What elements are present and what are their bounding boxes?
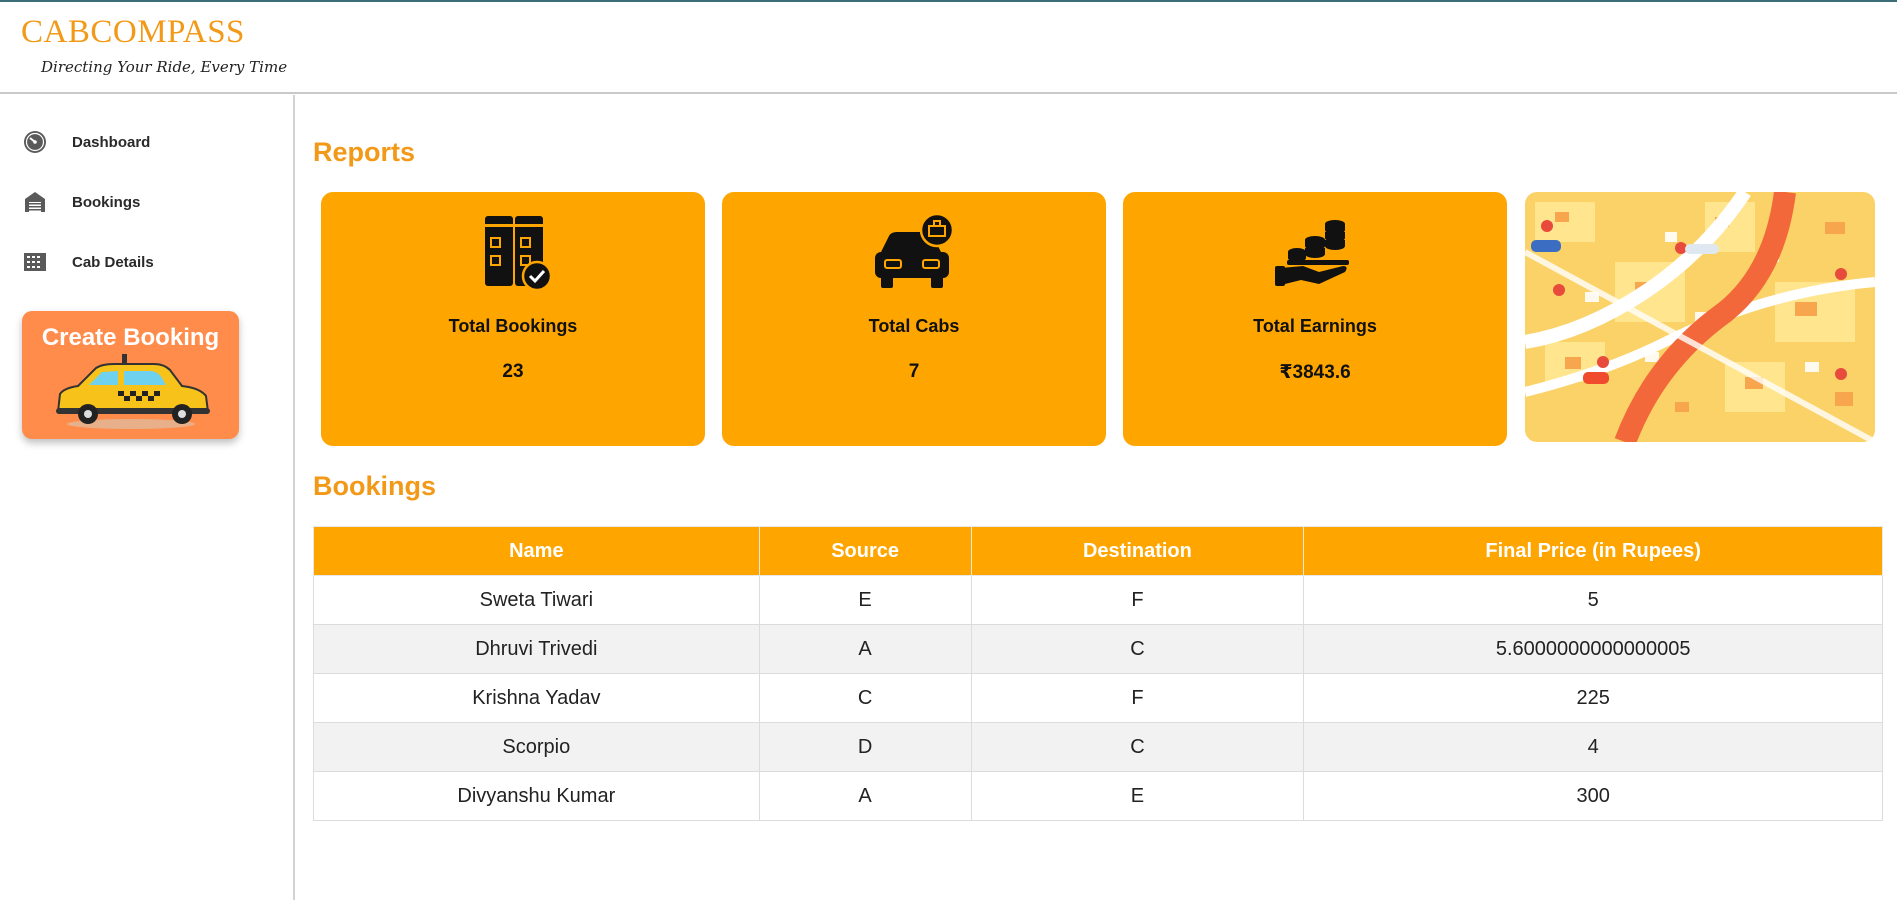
booking-binders-icon <box>321 212 705 292</box>
table-row[interactable]: Krishna Yadav C F 225 <box>313 673 1883 723</box>
cell-final-price: 300 <box>1303 771 1883 821</box>
cell-name: Divyanshu Kumar <box>313 771 760 821</box>
cell-source: D <box>758 722 972 772</box>
cell-source: E <box>758 575 972 625</box>
bookings-table: Name Source Destination Final Price (in … <box>313 526 1883 821</box>
cell-name: Krishna Yadav <box>313 673 760 723</box>
column-header-name[interactable]: Name <box>313 526 760 576</box>
brand-logo[interactable]: CABCOMPASS Directing Your Ride, Every Ti… <box>21 14 287 76</box>
total-cabs-card: Total Cabs 7 <box>722 192 1106 446</box>
cell-name: Dhruvi Trivedi <box>313 624 760 674</box>
taxi-car-icon <box>56 354 210 429</box>
cell-name: Sweta Tiwari <box>313 575 760 625</box>
table-row[interactable]: Sweta Tiwari E F 5 <box>313 575 1883 625</box>
table-row[interactable]: Dhruvi Trivedi A C 5.6000000000000005 <box>313 624 1883 674</box>
cell-destination: F <box>970 575 1305 625</box>
cab-icon <box>722 212 1106 292</box>
card-label: Total Bookings <box>448 316 578 336</box>
main-content: Reports Total Bookings 23 Total Cabs 7 T… <box>297 95 1897 900</box>
sidebar-item-label: Bookings <box>72 193 141 211</box>
table-row[interactable]: Scorpio D C 4 <box>313 722 1883 772</box>
total-bookings-card: Total Bookings 23 <box>321 192 705 446</box>
cell-destination: E <box>970 771 1305 821</box>
dashboard-gauge-icon <box>20 127 50 157</box>
create-booking-label: Create Booking <box>41 324 220 351</box>
reports-title: Reports <box>313 137 416 167</box>
column-header-source[interactable]: Source <box>758 526 972 576</box>
sidebar-item-dashboard[interactable]: Dashboard <box>20 125 280 159</box>
total-earnings-card: Total Earnings ₹3843.6 <box>1123 192 1507 446</box>
sidebar: Dashboard Bookings Cab Details Create Bo… <box>0 95 295 900</box>
cell-destination: C <box>970 722 1305 772</box>
cell-source: A <box>758 624 972 674</box>
cell-source: A <box>758 771 972 821</box>
city-map-illustration <box>1525 192 1875 442</box>
garage-icon <box>20 187 50 217</box>
coins-hand-icon <box>1123 212 1507 292</box>
table-row[interactable]: Divyanshu Kumar A E 300 <box>313 771 1883 821</box>
sidebar-item-label: Dashboard <box>72 133 151 151</box>
brand-name: CABCOMPASS <box>21 14 245 50</box>
cell-source: C <box>758 673 972 723</box>
card-value: ₹3843.6 <box>1279 362 1351 383</box>
cell-destination: C <box>970 624 1305 674</box>
app-header: CABCOMPASS Directing Your Ride, Every Ti… <box>0 2 1897 94</box>
card-label: Total Earnings <box>1253 316 1377 336</box>
cell-name: Scorpio <box>313 722 760 772</box>
create-booking-button[interactable]: Create Booking <box>22 311 239 439</box>
sidebar-item-cab-details[interactable]: Cab Details <box>20 245 280 279</box>
cell-final-price: 5.6000000000000005 <box>1303 624 1883 674</box>
table-header-row: Name Source Destination Final Price (in … <box>313 526 1883 576</box>
card-value: 23 <box>502 361 524 382</box>
brand-tagline: Directing Your Ride, Every Time <box>41 58 288 76</box>
card-label: Total Cabs <box>868 316 960 336</box>
column-header-final-price[interactable]: Final Price (in Rupees) <box>1303 526 1883 576</box>
sidebar-item-bookings[interactable]: Bookings <box>20 185 280 219</box>
bookings-title: Bookings <box>313 471 437 501</box>
cell-destination: F <box>970 673 1305 723</box>
cell-final-price: 4 <box>1303 722 1883 772</box>
sidebar-item-label: Cab Details <box>72 253 154 271</box>
card-value: 7 <box>908 361 920 382</box>
grid-table-icon <box>20 247 50 277</box>
column-header-destination[interactable]: Destination <box>970 526 1305 576</box>
cell-final-price: 225 <box>1303 673 1883 723</box>
cell-final-price: 5 <box>1303 575 1883 625</box>
